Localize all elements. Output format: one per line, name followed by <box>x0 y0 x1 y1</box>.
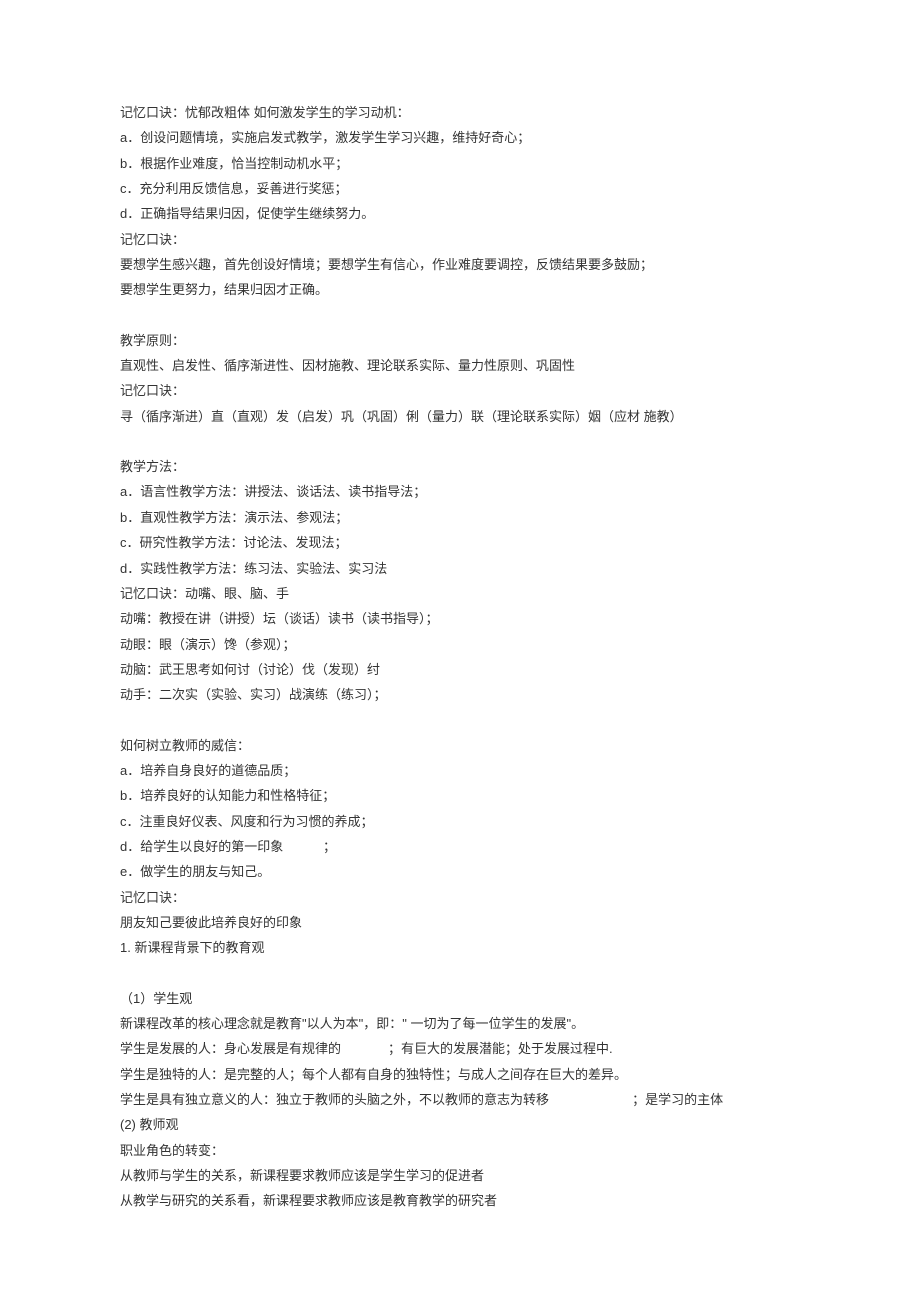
text-line: b．直观性教学方法：演示法、参观法； <box>120 505 800 530</box>
text-line: 记忆口诀：动嘴、眼、脑、手 <box>120 581 800 606</box>
text-line: 1. 新课程背景下的教育观 <box>120 935 800 960</box>
text-line: 从教师与学生的关系，新课程要求教师应该是学生学习的促进者 <box>120 1163 800 1188</box>
text-line: 寻（循序渐进）直（直观）发（启发）巩（巩固）俐（量力）联（理论联系实际）姻（应材… <box>120 404 800 429</box>
text-line: 如何树立教师的威信： <box>120 733 800 758</box>
text-line: d．给学生以良好的第一印象 ； <box>120 834 800 859</box>
text-line: 动脑：武王思考如何讨（讨论）伐（发现）纣 <box>120 657 800 682</box>
text-line: 记忆口诀：忧郁改粗体 如何激发学生的学习动机： <box>120 100 800 125</box>
text-line: c．充分利用反馈信息，妥善进行奖惩； <box>120 176 800 201</box>
text-line: 朋友知己要彼此培养良好的印象 <box>120 910 800 935</box>
text-line: d．实践性教学方法：练习法、实验法、实习法 <box>120 556 800 581</box>
document-page: 记忆口诀：忧郁改粗体 如何激发学生的学习动机： a．创设问题情境，实施启发式教学… <box>0 0 920 1303</box>
text-line: 记忆口诀： <box>120 378 800 403</box>
text-line: 新课程改革的核心理念就是教育"以人为本"，即：" 一切为了每一位学生的发展"。 <box>120 1011 800 1036</box>
text-line: 从教学与研究的关系看，新课程要求教师应该是教育教学的研究者 <box>120 1188 800 1213</box>
text-line: e．做学生的朋友与知己。 <box>120 859 800 884</box>
text-line: d．正确指导结果归因，促使学生继续努力。 <box>120 201 800 226</box>
blank-line <box>120 429 800 454</box>
text-line: 职业角色的转变： <box>120 1138 800 1163</box>
text-line: a．创设问题情境，实施启发式教学，激发学生学习兴趣，维持好奇心； <box>120 125 800 150</box>
blank-line <box>120 961 800 986</box>
text-line: (2) 教师观 <box>120 1112 800 1137</box>
text-line: 直观性、启发性、循序渐进性、因材施教、理论联系实际、量力性原则、巩固性 <box>120 353 800 378</box>
text-line: 学生是发展的人：身心发展是有规律的 ；有巨大的发展潜能；处于发展过程中. <box>120 1036 800 1061</box>
text-line: a．语言性教学方法：讲授法、谈话法、读书指导法； <box>120 479 800 504</box>
blank-line <box>120 708 800 733</box>
text-line: 记忆口诀： <box>120 885 800 910</box>
text-line: 动嘴：教授在讲（讲授）坛（谈话）读书（读书指导）； <box>120 606 800 631</box>
text-line: 要想学生感兴趣，首先创设好情境；要想学生有信心，作业难度要调控，反馈结果要多鼓励… <box>120 252 800 277</box>
text-line: （1）学生观 <box>120 986 800 1011</box>
text-line: 要想学生更努力，结果归因才正确。 <box>120 277 800 302</box>
text-line: c．注重良好仪表、风度和行为习惯的养成； <box>120 809 800 834</box>
text-line: 记忆口诀： <box>120 227 800 252</box>
text-line: c．研究性教学方法：讨论法、发现法； <box>120 530 800 555</box>
text-line: a．培养自身良好的道德品质； <box>120 758 800 783</box>
text-line: b．根据作业难度，恰当控制动机水平； <box>120 151 800 176</box>
text-line: 教学原则： <box>120 328 800 353</box>
text-line: b．培养良好的认知能力和性格特征； <box>120 783 800 808</box>
text-line: 学生是独特的人：是完整的人；每个人都有自身的独特性；与成人之间存在巨大的差异。 <box>120 1062 800 1087</box>
text-line: 动眼：眼（演示）馋（参观）； <box>120 632 800 657</box>
text-line: 学生是具有独立意义的人：独立于教师的头脑之外，不以教师的意志为转移 ；是学习的主… <box>120 1087 800 1112</box>
text-line: 教学方法： <box>120 454 800 479</box>
text-line: 动手：二次实（实验、实习）战演练（练习）； <box>120 682 800 707</box>
blank-line <box>120 303 800 328</box>
